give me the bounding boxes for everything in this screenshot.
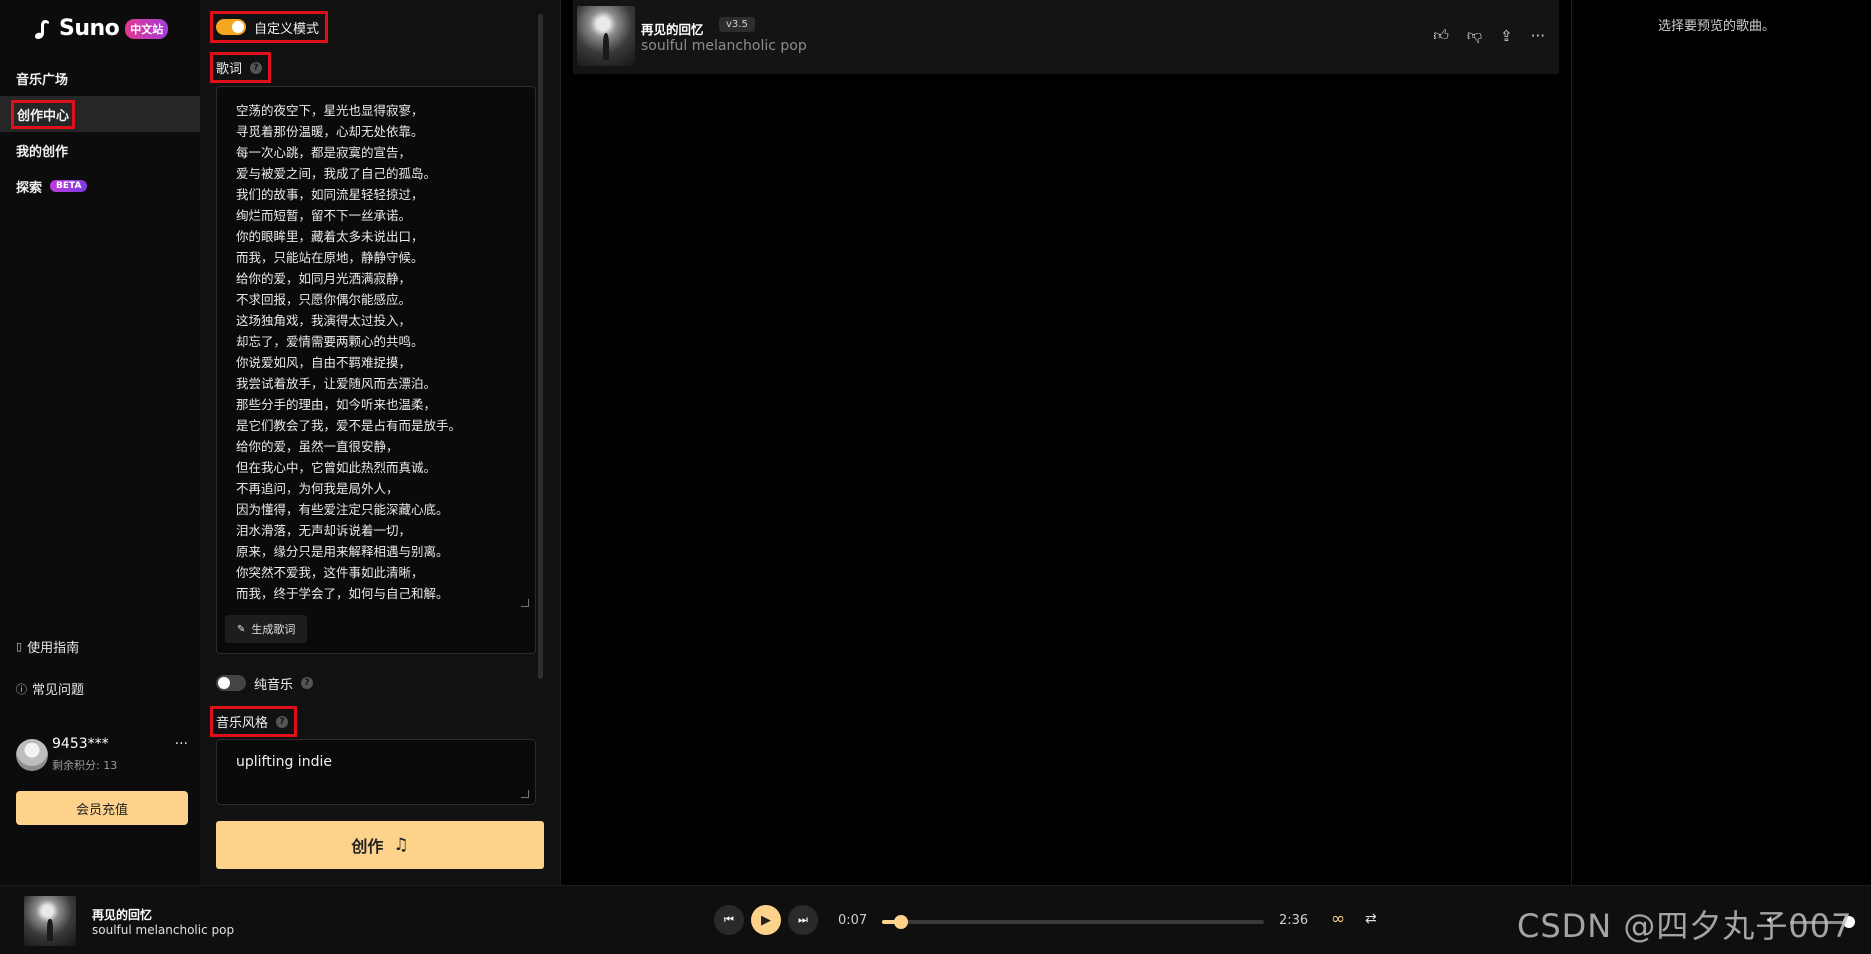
duration: 2:36 <box>1279 913 1309 928</box>
avatar[interactable] <box>16 739 48 771</box>
sidebar-item-label: 我的创作 <box>16 144 69 160</box>
sidebar: Suno 中文站 音乐广场 创作中心 我的创作 探索 BETA ▯ 使用指南 ⓘ… <box>0 0 200 885</box>
logo[interactable]: Suno 中文站 <box>33 16 169 41</box>
player-title[interactable]: 再见的回忆 <box>92 906 152 923</box>
guide-label: 使用指南 <box>27 641 80 656</box>
resize-handle-icon[interactable] <box>521 599 529 607</box>
help-icon[interactable]: ? <box>250 61 263 74</box>
sidebar-item-create-center[interactable]: 创作中心 <box>0 96 200 132</box>
beta-badge: BETA <box>50 180 88 192</box>
skip-forward-icon: ⏭︎ <box>798 913 808 926</box>
brand-badge: 中文站 <box>125 18 169 39</box>
sidebar-item-explore[interactable]: 探索 BETA <box>0 168 200 204</box>
version-badge: v3.5 <box>719 17 755 32</box>
toggle-knob <box>232 21 244 33</box>
user-credits: 剩余积分: 13 <box>52 759 118 772</box>
lyrics-text: 空荡的夜空下，星光也显得寂寥， 寻觅着那份温暖，心却无处依靠。 每一次心跳，都是… <box>236 103 462 601</box>
instrumental-label: 纯音乐 <box>254 677 294 693</box>
song-cover[interactable] <box>577 6 635 66</box>
user-profile: 9453*** 剩余积分: 13 ··· <box>16 736 188 778</box>
progress-handle[interactable] <box>894 915 909 929</box>
song-actions: 👍︎ 👎︎ ⇪ ··· <box>1433 26 1545 45</box>
song-title[interactable]: 再见的回忆 <box>641 19 704 38</box>
thumbs-down-icon[interactable]: 👎︎ <box>1467 26 1482 45</box>
song-card[interactable]: 再见的回忆 v3.5 soulful melancholic pop 👍︎ 👎︎… <box>573 0 1559 74</box>
thumbs-up-icon[interactable]: 👍︎ <box>1433 26 1449 45</box>
book-icon: ▯ <box>16 640 23 653</box>
sidebar-item-label: 探索 <box>16 180 43 196</box>
divider <box>560 0 561 885</box>
more-options-icon[interactable]: ··· <box>1531 27 1545 45</box>
style-label: 音乐风格 <box>216 716 269 731</box>
question-circle-icon: ⓘ <box>16 682 27 696</box>
generate-lyrics-label: 生成歌词 <box>251 623 296 636</box>
generate-lyrics-button[interactable]: ✎ 生成歌词 <box>225 615 308 643</box>
sidebar-nav: 音乐广场 创作中心 我的创作 探索 BETA <box>0 60 200 204</box>
faq-label: 常见问题 <box>32 683 85 698</box>
repeat-icon[interactable]: ⇄ <box>1365 911 1377 927</box>
divider <box>1571 0 1572 885</box>
style-value: uplifting indie <box>236 754 332 770</box>
guide-link[interactable]: ▯ 使用指南 <box>16 637 79 656</box>
lyrics-heading: 歌词 ? <box>209 52 272 83</box>
sidebar-item-label: 音乐广场 <box>16 72 69 88</box>
sidebar-item-music-square[interactable]: 音乐广场 <box>0 60 200 96</box>
create-label: 创作 <box>351 837 384 856</box>
toggle-knob <box>218 677 230 689</box>
lyrics-label: 歌词 <box>216 62 243 77</box>
custom-mode-toggle-row: 自定义模式 <box>209 11 329 43</box>
instrumental-toggle[interactable] <box>216 675 246 691</box>
style-input[interactable]: uplifting indie <box>216 739 536 805</box>
sidebar-item-my-creations[interactable]: 我的创作 <box>0 132 200 168</box>
recharge-button[interactable]: 会员充值 <box>16 791 188 825</box>
player-cover[interactable] <box>24 896 76 946</box>
instrumental-toggle-row: 纯音乐 ? <box>216 674 314 693</box>
more-options-icon[interactable]: ··· <box>175 736 188 752</box>
magic-icon: ✎ <box>237 623 246 635</box>
style-heading: 音乐风格 ? <box>209 706 298 737</box>
custom-mode-label: 自定义模式 <box>254 21 320 37</box>
player-style: soulful melancholic pop <box>92 923 235 937</box>
watermark: CSDN @四夕丸子007 <box>1517 907 1853 945</box>
play-icon: ▶ <box>761 912 771 928</box>
cover-figure <box>46 918 54 941</box>
custom-mode-toggle[interactable] <box>216 19 246 35</box>
previous-button[interactable]: ⏮︎ <box>714 905 744 935</box>
play-button[interactable]: ▶ <box>751 905 781 935</box>
share-icon[interactable]: ⇪ <box>1500 27 1513 45</box>
faq-link[interactable]: ⓘ 常见问题 <box>16 679 85 699</box>
create-button[interactable]: 创作 ♫ <box>216 821 544 869</box>
panel-scrollbar[interactable] <box>538 14 543 679</box>
brand-name: Suno <box>59 16 120 41</box>
preview-hint: 选择要预览的歌曲。 <box>1658 19 1776 34</box>
music-note-icon: ♫ <box>393 835 409 855</box>
current-time: 0:07 <box>838 913 868 928</box>
suno-logo-icon <box>34 19 49 39</box>
help-icon[interactable]: ? <box>301 677 314 689</box>
user-name: 9453*** <box>52 736 109 752</box>
help-icon[interactable]: ? <box>276 715 289 728</box>
lyrics-input[interactable]: 空荡的夜空下，星光也显得寂寥， 寻觅着那份温暖，心却无处依靠。 每一次心跳，都是… <box>216 86 536 654</box>
resize-handle-icon[interactable] <box>521 790 529 798</box>
sidebar-item-label: 创作中心 <box>10 99 76 129</box>
skip-back-icon: ⏮︎ <box>724 913 734 926</box>
cover-figure <box>602 33 610 60</box>
progress-slider[interactable] <box>882 915 1264 929</box>
loop-icon[interactable]: ∞ <box>1331 909 1345 929</box>
next-button[interactable]: ⏭︎ <box>788 905 818 935</box>
song-style: soulful melancholic pop <box>641 38 807 54</box>
